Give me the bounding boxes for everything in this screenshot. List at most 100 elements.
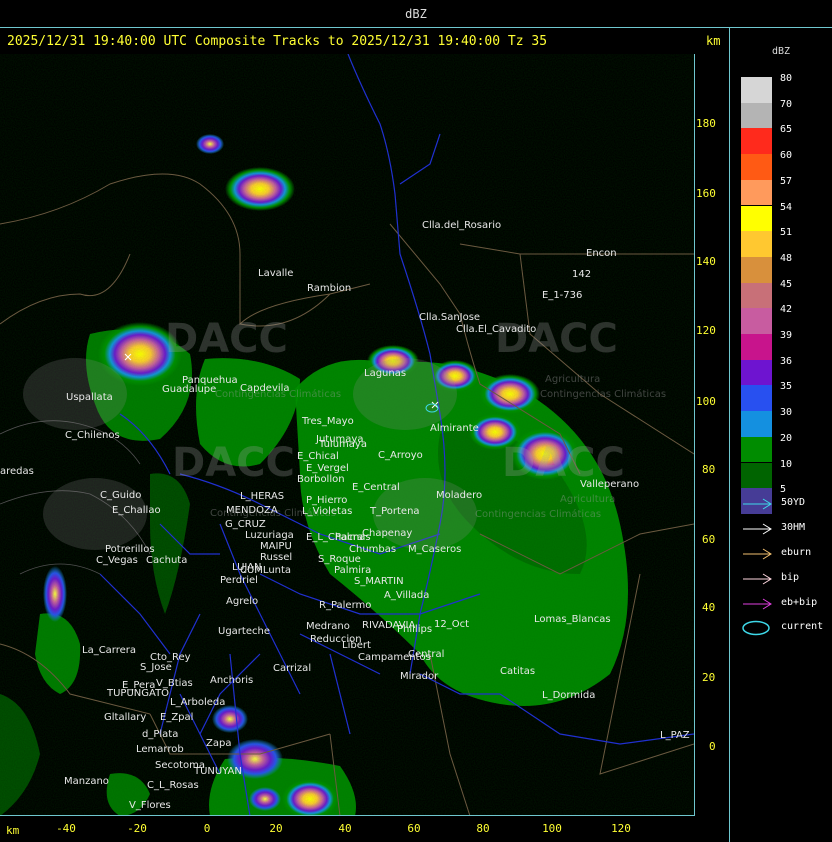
place-label: Moladero <box>436 490 483 501</box>
place-label: Palmira <box>334 565 372 576</box>
radar-map[interactable]: DACC DACC DACC DACC Agricultura Continge… <box>0 54 694 816</box>
radar-display: dBZ 2025/12/31 19:40:00 UTC Composite Tr… <box>0 0 832 842</box>
place-label: Carrizal <box>273 663 312 674</box>
x-tick-label: 80 <box>476 822 490 835</box>
arrow-icon <box>743 573 772 585</box>
place-label: Clla.SanJose <box>419 312 481 323</box>
place-label: MENDOZA <box>226 505 278 516</box>
track-legend-label: bip <box>781 572 800 583</box>
place-label: E_Challao <box>112 505 161 516</box>
watermark-line2: Contingencias Climáticas <box>475 509 602 520</box>
place-label: Gltallary <box>104 712 147 723</box>
map-border <box>0 815 695 816</box>
y-tick-label: 40 <box>702 601 716 614</box>
track-legend-item: eburn <box>741 546 831 562</box>
place-label: Perdriel <box>220 575 258 586</box>
place-label: T_Portena <box>370 506 420 517</box>
place-label: C_Chilenos <box>65 430 120 441</box>
x-tick-label: 0 <box>203 822 211 835</box>
place-label: C_Arroyo <box>378 450 423 461</box>
arrow-icon <box>743 548 772 560</box>
place-label: d_Plata <box>142 729 179 740</box>
place-label: Cachuta <box>146 555 188 566</box>
place-label: Uspallata <box>66 392 113 403</box>
place-label: L_HERAS <box>240 491 285 502</box>
y-tick-label: 140 <box>696 255 716 268</box>
place-label: Borbollon <box>297 474 345 485</box>
legend-border <box>729 28 730 842</box>
place-label: Agrelo <box>226 596 259 607</box>
place-label: Rambion <box>307 283 352 294</box>
dbz-swatch-label: 39 <box>780 330 793 341</box>
x-tick-label: 40 <box>338 822 352 835</box>
place-label: S_MARTIN <box>354 576 404 587</box>
x-tick-label: 100 <box>542 822 562 835</box>
place-label: R_Palermo <box>319 600 372 611</box>
place-label: Manzano <box>64 776 109 787</box>
place-label: Guadalupe <box>162 384 217 395</box>
watermark-brand: DACC <box>165 316 288 362</box>
place-label: Valleperano <box>580 479 640 490</box>
dbz-swatch-label: 30 <box>780 407 793 419</box>
arrow-icon <box>743 498 772 510</box>
ellipse-icon <box>742 620 770 636</box>
place-label: L_Violetas <box>302 506 353 517</box>
dbz-swatch-label: 57 <box>780 175 793 187</box>
dbz-swatch <box>741 436 772 463</box>
dbz-swatch-label: 54 <box>780 201 793 213</box>
place-label: Tres_Mayo <box>302 416 354 427</box>
dbz-swatch-label: 5 <box>780 484 787 496</box>
x-tick-label: 120 <box>611 822 631 835</box>
y-tick-label: 0 <box>709 740 716 753</box>
watermark-line1: Agricultura <box>560 494 616 505</box>
place-label: Mirador <box>400 671 439 682</box>
dbz-swatch <box>741 205 772 232</box>
place-label: S_Roque <box>318 554 361 565</box>
place-label: Clla.El_Cavadito <box>456 324 537 335</box>
dbz-swatch <box>741 77 772 103</box>
window-title: dBZ <box>405 7 427 21</box>
place-label: L_PAZ <box>660 730 690 741</box>
dbz-swatch-label: 70 <box>780 98 793 110</box>
place-label: Almirante <box>430 423 479 434</box>
place-label: La_Carrera <box>82 645 137 656</box>
place-label: Encon <box>586 248 617 259</box>
place-label: Tulumaya <box>319 439 367 450</box>
place-label: MAIPU <box>260 541 292 552</box>
place-label: C_Guido <box>100 490 142 501</box>
dbz-swatch <box>741 256 772 283</box>
legend-title: dBZ <box>771 46 791 57</box>
place-label: G_CRUZ <box>225 519 266 530</box>
dbz-swatch-label: 20 <box>780 432 793 444</box>
dbz-swatch-label: 80 <box>780 73 793 84</box>
y-tick-label: 100 <box>696 395 716 408</box>
place-label: E_1-736 <box>542 290 583 301</box>
place-label: Campamentos <box>358 652 431 663</box>
x-tick-label: 20 <box>269 822 283 835</box>
track-legend-label: 30HM <box>781 522 806 533</box>
composite-tracks-title: 2025/12/31 19:40:00 UTC Composite Tracks… <box>7 34 548 49</box>
y-tick-label: 120 <box>696 324 716 337</box>
dbz-swatch-label: 42 <box>780 304 793 316</box>
dbz-swatch <box>741 128 772 155</box>
dbz-swatch-label: 48 <box>780 252 793 264</box>
track-legend-item: 30HM <box>741 521 831 537</box>
dbz-swatch <box>741 334 772 360</box>
place-label: E_Zpal <box>160 712 194 723</box>
dbz-swatch-label: 65 <box>780 124 793 136</box>
arrow-icon <box>743 523 772 535</box>
place-label: P_Hierro <box>306 495 348 506</box>
y-tick-label: 20 <box>702 671 716 684</box>
watermark-brand: DACC <box>172 440 295 486</box>
header-bar: 2025/12/31 19:40:00 UTC Composite Tracks… <box>0 28 730 54</box>
place-label: E_Chical <box>297 451 339 462</box>
place-label: V_Flores <box>129 800 171 811</box>
arrow-icon <box>743 598 772 610</box>
dbz-swatch <box>741 462 772 489</box>
dbz-swatch-label: 45 <box>780 278 793 290</box>
dbz-swatch-label: 36 <box>780 355 793 367</box>
watermark-line1: Agricultura <box>545 374 601 385</box>
y-tick-label: 80 <box>702 463 716 476</box>
place-label: Russel <box>260 552 293 563</box>
place-label: Clla.del_Rosario <box>422 220 502 231</box>
